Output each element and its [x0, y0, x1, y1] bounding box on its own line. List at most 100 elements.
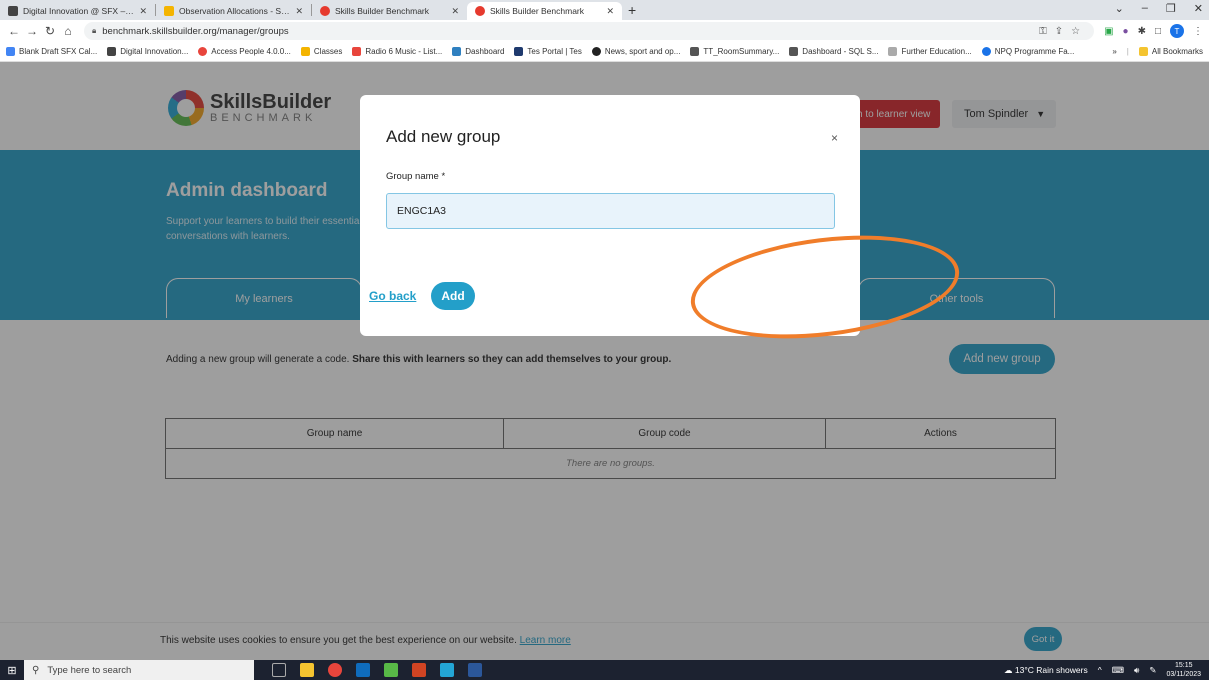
- browser-tab[interactable]: Observation Allocations - Social ✕: [156, 2, 311, 20]
- bookmark-icon: [690, 47, 700, 56]
- tab-search-icon[interactable]: ⌄: [1115, 2, 1124, 15]
- tab-label: Digital Innovation @ SFX – Digit: [23, 6, 136, 16]
- outlook-icon[interactable]: [356, 663, 370, 677]
- bookmark-item[interactable]: News, sport and op...: [591, 47, 681, 56]
- system-tray: ☁ 13°C Rain showers ^ ⌨ 🔊︎ ✎ 15:15 03/11…: [1004, 661, 1209, 679]
- bookmark-label: Digital Innovation...: [120, 47, 189, 56]
- bookmark-icon: [789, 47, 799, 56]
- tab-label: Skills Builder Benchmark: [490, 6, 585, 16]
- extensions-puzzle-icon[interactable]: ✱: [1138, 26, 1146, 37]
- weather-text: 13°C Rain showers: [1014, 664, 1088, 675]
- pen-icon[interactable]: ✎: [1149, 665, 1156, 676]
- favicon-icon: [475, 6, 485, 16]
- browser-toolbar: ← → ↻ ⌂ 🔒︎ benchmark.skillsbuilder.org/m…: [0, 20, 1209, 42]
- group-name-label: Group name *: [386, 171, 446, 182]
- bookmark-icon: [452, 47, 462, 56]
- bookmark-label: Access People 4.0.0...: [211, 47, 291, 56]
- chrome-icon[interactable]: [328, 663, 342, 677]
- address-bar-actions: ⚿ ⇪ ☆: [1039, 26, 1080, 37]
- tab-label: Skills Builder Benchmark: [335, 6, 430, 16]
- close-tab-icon[interactable]: ✕: [139, 6, 147, 17]
- app-icon[interactable]: [440, 663, 454, 677]
- bookmark-item[interactable]: Further Education...: [888, 47, 972, 56]
- minimize-icon[interactable]: –: [1142, 2, 1148, 15]
- reload-icon[interactable]: ↻: [42, 24, 58, 38]
- bookmark-item[interactable]: Blank Draft SFX Cal...: [6, 47, 97, 56]
- bookmark-icon: [981, 47, 991, 56]
- bookmark-icon: [514, 47, 524, 56]
- bookmark-icon: [107, 47, 117, 56]
- bookmarks-bar: Blank Draft SFX Cal... Digital Innovatio…: [0, 42, 1209, 62]
- clock[interactable]: 15:15 03/11/2023: [1166, 661, 1201, 679]
- bookmark-icon: [198, 47, 208, 56]
- volume-icon[interactable]: 🔊︎: [1134, 665, 1139, 676]
- bookmark-item[interactable]: Digital Innovation...: [107, 47, 188, 56]
- weather-widget[interactable]: ☁ 13°C Rain showers: [1004, 665, 1088, 676]
- word-icon[interactable]: [468, 663, 482, 677]
- file-explorer-icon[interactable]: [300, 663, 314, 677]
- taskbar-search[interactable]: ⚲ Type here to search: [24, 660, 254, 680]
- close-icon[interactable]: ×: [831, 131, 838, 145]
- menu-icon[interactable]: ⋮: [1193, 26, 1203, 37]
- browser-tab[interactable]: Skills Builder Benchmark ✕: [312, 2, 467, 20]
- powerpoint-icon[interactable]: [412, 663, 426, 677]
- side-panel-icon[interactable]: □: [1155, 26, 1161, 37]
- lock-icon[interactable]: 🔒︎: [92, 26, 96, 36]
- share-icon[interactable]: ⇪: [1055, 26, 1063, 37]
- all-bookmarks-button[interactable]: All Bookmarks: [1138, 47, 1203, 56]
- network-icon[interactable]: ⌨: [1112, 665, 1124, 676]
- clock-date: 03/11/2023: [1166, 671, 1201, 678]
- bookmark-item[interactable]: Classes: [300, 47, 342, 56]
- go-back-link[interactable]: Go back: [369, 289, 416, 303]
- forward-icon[interactable]: →: [24, 24, 40, 38]
- folder-icon: [1138, 47, 1148, 56]
- tray-chevron-icon[interactable]: ^: [1098, 665, 1102, 675]
- restore-icon[interactable]: ❐: [1166, 2, 1176, 15]
- bookmark-label: Blank Draft SFX Cal...: [19, 47, 98, 56]
- bookmark-item[interactable]: NPQ Programme Fa...: [981, 47, 1074, 56]
- taskbar-apps: [272, 663, 482, 677]
- bookmark-icon: [300, 47, 310, 56]
- weather-icon: ☁: [1003, 664, 1013, 675]
- bookmarks-right: » | All Bookmarks: [1112, 47, 1203, 56]
- bookmark-item[interactable]: Access People 4.0.0...: [198, 47, 291, 56]
- bookmark-label: Further Education...: [901, 47, 972, 56]
- bookmark-item[interactable]: Dashboard - SQL S...: [789, 47, 878, 56]
- address-bar[interactable]: 🔒︎ benchmark.skillsbuilder.org/manager/g…: [84, 22, 1095, 40]
- favicon-icon: [320, 6, 330, 16]
- app-icon[interactable]: [384, 663, 398, 677]
- bookmark-label: Dashboard: [465, 47, 505, 56]
- browser-tab[interactable]: Digital Innovation @ SFX – Digit ✕: [0, 2, 155, 20]
- bookmark-label: TT_RoomSummary...: [703, 47, 780, 56]
- bookmark-item[interactable]: TT_RoomSummary...: [690, 47, 779, 56]
- search-icon: ⚲: [32, 664, 40, 676]
- bookmark-label: News, sport and op...: [604, 47, 681, 56]
- windows-start-icon[interactable]: ⊞: [0, 664, 24, 677]
- profile-avatar[interactable]: T: [1170, 24, 1184, 38]
- extension-icon[interactable]: ▣: [1104, 26, 1113, 37]
- add-button[interactable]: Add: [431, 282, 475, 310]
- close-window-icon[interactable]: ✕: [1194, 2, 1203, 15]
- bookmark-item[interactable]: Dashboard: [452, 47, 504, 56]
- tab-label: Observation Allocations - Social: [179, 6, 292, 16]
- bookmark-star-icon[interactable]: ☆: [1071, 26, 1080, 37]
- task-view-icon[interactable]: [272, 663, 286, 677]
- browser-tab-strip: Digital Innovation @ SFX – Digit ✕ Obser…: [0, 0, 1209, 20]
- browser-tab-active[interactable]: Skills Builder Benchmark ✕: [467, 2, 622, 20]
- window-controls: ⌄ – ❐ ✕: [1115, 2, 1203, 15]
- bookmarks-overflow-button[interactable]: »: [1112, 47, 1116, 56]
- home-icon[interactable]: ⌂: [60, 24, 76, 38]
- new-tab-button[interactable]: +: [628, 2, 636, 18]
- key-icon[interactable]: ⚿: [1039, 26, 1047, 37]
- back-icon[interactable]: ←: [6, 24, 22, 38]
- favicon-icon: [8, 6, 18, 16]
- extension-icon[interactable]: ●: [1123, 26, 1129, 37]
- close-tab-icon[interactable]: ✕: [606, 6, 614, 17]
- group-name-input[interactable]: [386, 193, 835, 229]
- bookmark-item[interactable]: Tes Portal | Tes: [514, 47, 582, 56]
- bookmark-item[interactable]: Radio 6 Music - List...: [352, 47, 442, 56]
- close-tab-icon[interactable]: ✕: [451, 6, 459, 17]
- bookmark-icon: [6, 47, 15, 56]
- bookmark-label: Dashboard - SQL S...: [802, 47, 879, 56]
- close-tab-icon[interactable]: ✕: [295, 6, 303, 17]
